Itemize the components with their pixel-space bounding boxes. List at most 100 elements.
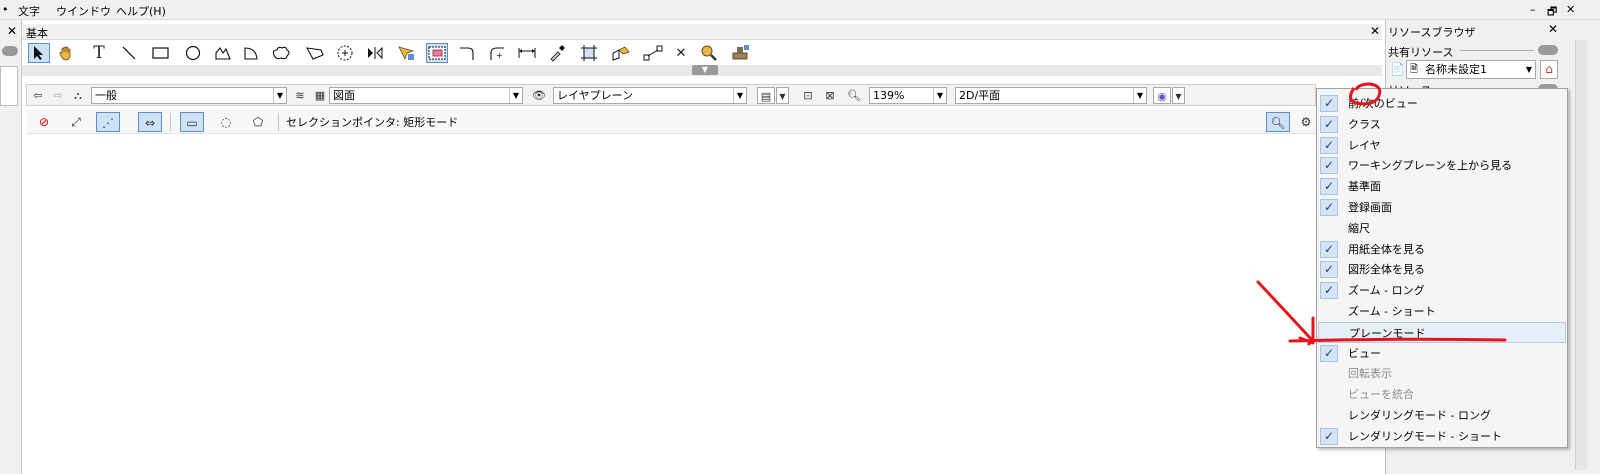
palette-close-icon[interactable]: ✕	[1370, 24, 1380, 38]
dimension-tool-icon[interactable]	[516, 43, 538, 63]
single-object-icon[interactable]: ⤢	[64, 112, 88, 132]
magnifier-icon[interactable]: 🔍︎	[1266, 112, 1290, 132]
menu-item[interactable]: ✓ 登録画面	[1318, 197, 1566, 218]
spiral-tool-icon[interactable]	[334, 43, 356, 63]
fit-page-icon[interactable]: ⊡	[799, 87, 817, 104]
svg-text:+: +	[496, 51, 503, 60]
left-panel-close-icon[interactable]: ✕	[7, 24, 17, 38]
left-panel-expand-icon[interactable]	[2, 46, 18, 56]
layer-select-value: 図面	[333, 89, 355, 102]
home-icon[interactable]: ⌂	[1540, 60, 1558, 79]
file-icon[interactable]: 📄	[1390, 62, 1405, 76]
text-tool-icon[interactable]: T	[88, 43, 110, 63]
chevron-down-icon: ▼	[733, 88, 746, 103]
menu-item-window[interactable]: ウインドウ	[56, 3, 111, 19]
freehand-tool-icon[interactable]	[270, 43, 292, 63]
render-mode-icon[interactable]: ◉	[1153, 87, 1171, 104]
menu-item-label: ビューを統合	[1348, 388, 1414, 401]
line-tool-icon[interactable]	[118, 43, 140, 63]
delete-tool-icon[interactable]: ✕	[670, 43, 692, 63]
mode-label: セレクションポインタ: 矩形モード	[286, 116, 459, 129]
chevron-down-icon: ▼	[933, 88, 946, 103]
menu-item[interactable]: ✓ ズーム - ロング	[1318, 280, 1566, 301]
palette-title: 基本	[26, 27, 48, 40]
plane-select[interactable]: レイヤプレーン ▼	[553, 87, 747, 104]
left-panel-field[interactable]	[0, 66, 18, 106]
menu-item[interactable]: レンダリングモード - ロング	[1318, 405, 1566, 426]
selection-tool-icon[interactable]	[28, 43, 50, 63]
reshape-tool-icon[interactable]	[395, 43, 417, 63]
offset-tool-icon[interactable]: +	[486, 43, 508, 63]
view-select[interactable]: 2D/平面 ▼	[955, 87, 1147, 104]
chevron-down-icon[interactable]: ▼	[692, 65, 718, 75]
menu-item[interactable]: 縮尺	[1318, 218, 1566, 239]
document-icon: 🗎	[1410, 64, 1419, 75]
multiple-objects-icon[interactable]: ⋰	[96, 112, 120, 132]
rectangle-tool-icon[interactable]	[150, 43, 172, 63]
checkmark-icon: ✓	[1320, 428, 1338, 445]
checkmark-icon: ✓	[1320, 157, 1338, 174]
class-icon[interactable]: ⛬	[69, 87, 87, 104]
menu-item[interactable]: ✓ ビュー	[1318, 343, 1566, 364]
disable-snap-icon[interactable]: ⊘	[32, 112, 56, 132]
arc-tool-icon[interactable]	[240, 43, 262, 63]
shared-expand-icon[interactable]	[1538, 45, 1558, 55]
menu-item[interactable]: ✓ クラス	[1318, 114, 1566, 135]
zoom-lens-tool-icon[interactable]	[698, 43, 720, 63]
menu-item[interactable]: ✓ 前/次のビュー	[1318, 93, 1566, 114]
chevron-down-icon: ▼	[273, 88, 286, 103]
menu-item[interactable]: ズーム - ショート	[1318, 301, 1566, 322]
zoom-icon[interactable]: 🔍︎	[845, 87, 863, 104]
connect-tool-icon[interactable]	[642, 43, 664, 63]
transform-mode-icon[interactable]: ⇔	[138, 112, 162, 132]
menu-item-text[interactable]: 文字	[18, 3, 40, 19]
layer-options-icon[interactable]: ▦	[311, 87, 329, 104]
menu-item[interactable]: ✓ 用紙全体を見る	[1318, 239, 1566, 260]
minimize-button[interactable]: –	[1530, 3, 1536, 16]
resource-browser-close-icon[interactable]: ✕	[1548, 22, 1558, 36]
checkmark-icon: ✓	[1320, 261, 1338, 278]
back-view-icon[interactable]: ⇦	[29, 87, 47, 104]
gear-icon[interactable]: ⚙	[1296, 112, 1316, 132]
pan-hand-icon[interactable]	[55, 43, 77, 63]
menu-item[interactable]: ✓ レイヤ	[1318, 135, 1566, 156]
forward-view-icon[interactable]: ⇨	[49, 87, 67, 104]
layer-select[interactable]: 図面 ▼	[329, 87, 523, 104]
chevron-down-icon[interactable]: ▼	[1172, 87, 1185, 104]
menu-overflow-dot[interactable]: •	[2, 3, 9, 16]
menu-item[interactable]: ✓ レンダリングモード - ショート	[1318, 426, 1566, 447]
circle-tool-icon[interactable]	[182, 43, 204, 63]
menu-item-label: 前/次のビュー	[1348, 97, 1418, 110]
fit-objects-icon[interactable]: ⊠	[821, 87, 839, 104]
layer-stack-icon[interactable]: ≋	[291, 87, 309, 104]
eraser-tool-icon[interactable]	[426, 43, 448, 63]
menu-item-label: 縮尺	[1348, 222, 1370, 235]
close-window-button[interactable]: ✕	[1566, 3, 1575, 16]
polygon-arc-tool-icon[interactable]	[212, 43, 234, 63]
menu-item-label: ワーキングプレーンを上から見る	[1348, 159, 1513, 172]
attribute-mapping-tool-icon[interactable]	[610, 43, 632, 63]
zoom-select[interactable]: 139% ▼	[869, 87, 947, 104]
stamp-tool-icon[interactable]	[730, 43, 752, 63]
eyedropper-tool-icon[interactable]	[546, 43, 568, 63]
menu-item-help[interactable]: ヘルプ(H)	[116, 3, 166, 19]
menu-item[interactable]: プレーンモード	[1318, 322, 1566, 343]
polyline-tool-icon[interactable]	[304, 43, 326, 63]
plane-visibility-icon[interactable]: 👁	[527, 87, 551, 104]
page-setup-icon[interactable]: ▤	[757, 87, 775, 104]
menu-item[interactable]: ✓ 基準面	[1318, 176, 1566, 197]
crop-tool-icon[interactable]	[578, 43, 600, 63]
polygon-mode-icon[interactable]: ⬠	[246, 112, 270, 132]
menu-item[interactable]: ✓ 図形全体を見る	[1318, 259, 1566, 280]
mirror-tool-icon[interactable]	[364, 43, 386, 63]
lasso-mode-icon[interactable]: ◌	[214, 112, 238, 132]
class-select[interactable]: 一般 ▼	[91, 87, 287, 104]
fillet-tool-icon[interactable]	[456, 43, 478, 63]
chevron-down-icon[interactable]: ▼	[776, 87, 789, 104]
resource-browser-scrollbar[interactable]	[1575, 40, 1587, 470]
rectangle-mode-icon[interactable]: ▭	[180, 112, 204, 132]
menu-item-label: 用紙全体を見る	[1348, 243, 1425, 256]
menu-item[interactable]: ✓ ワーキングプレーンを上から見る	[1318, 155, 1566, 176]
file-select[interactable]: 🗎 名称未設定1 ▼	[1406, 60, 1536, 79]
checkmark-icon: ✓	[1320, 282, 1338, 299]
